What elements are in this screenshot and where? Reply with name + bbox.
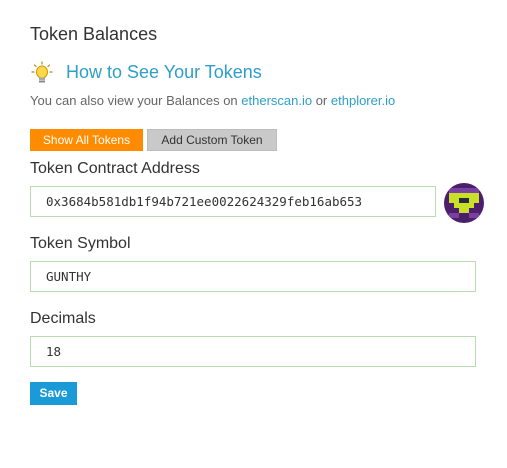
token-symbol-input[interactable]: GUNTHY bbox=[30, 261, 476, 292]
token-symbol-label: Token Symbol bbox=[30, 235, 131, 252]
view-balances-text: You can also view your Balances on ether… bbox=[30, 93, 395, 108]
view-or-text: or bbox=[312, 93, 331, 108]
howto-title: How to See Your Tokens bbox=[66, 62, 262, 82]
lightbulb-icon bbox=[31, 61, 53, 83]
add-custom-token-button[interactable]: Add Custom Token bbox=[147, 129, 277, 151]
contract-address-input[interactable]: 0x3684b581db1f94b721ee0022624329feb16ab6… bbox=[30, 186, 436, 217]
decimals-label: Decimals bbox=[30, 310, 96, 327]
contract-address-label: Token Contract Address bbox=[30, 160, 200, 177]
view-prefix-text: You can also view your Balances on bbox=[30, 93, 242, 108]
etherscan-link[interactable]: etherscan.io bbox=[241, 93, 312, 108]
decimals-input[interactable]: 18 bbox=[30, 336, 476, 367]
address-identicon bbox=[444, 183, 484, 223]
ethplorer-link[interactable]: ethplorer.io bbox=[331, 93, 395, 108]
save-button[interactable]: Save bbox=[30, 382, 77, 405]
show-all-tokens-button[interactable]: Show All Tokens bbox=[30, 129, 143, 151]
page-title: Token Balances bbox=[30, 24, 158, 44]
